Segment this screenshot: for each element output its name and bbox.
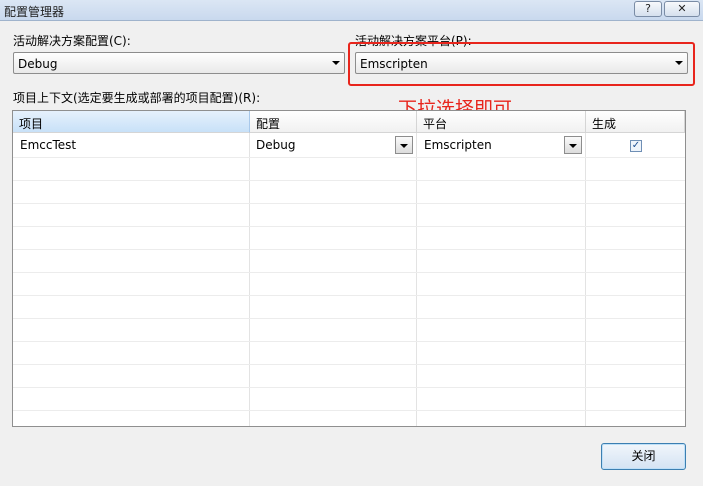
row-divider <box>13 318 685 319</box>
row-divider <box>13 387 685 388</box>
row-divider <box>13 157 685 158</box>
row-divider <box>13 272 685 273</box>
row-divider <box>13 364 685 365</box>
row-divider <box>13 295 685 296</box>
checkmark-icon: ✓ <box>631 140 641 151</box>
row-divider <box>13 226 685 227</box>
title-bar: 配置管理器 ? ✕ <box>0 0 703 21</box>
column-header-build[interactable]: 生成 <box>586 111 685 133</box>
chevron-down-icon[interactable] <box>395 136 413 154</box>
column-divider <box>416 133 417 426</box>
project-contexts-grid: 项目 配置 平台 生成 EmccTest Debug Emscripten ✓ <box>12 110 686 427</box>
chevron-down-icon[interactable] <box>564 136 582 154</box>
row-divider <box>13 410 685 411</box>
row-divider <box>13 203 685 204</box>
configuration-manager-dialog: 配置管理器 ? ✕ 活动解决方案配置(C): Debug 活动解决方案平台(P)… <box>0 0 703 486</box>
active-config-dropdown[interactable]: Debug <box>13 52 345 74</box>
row-platform-value: Emscripten <box>424 138 492 152</box>
active-config-value: Debug <box>18 57 58 71</box>
column-header-project[interactable]: 项目 <box>13 111 250 133</box>
column-divider <box>585 133 586 426</box>
column-header-config[interactable]: 配置 <box>250 111 417 133</box>
close-button[interactable]: 关闭 <box>601 443 686 470</box>
row-project-name: EmccTest <box>20 138 77 152</box>
annotation-highlight-box <box>348 42 695 86</box>
row-divider <box>13 180 685 181</box>
row-platform-dropdown[interactable]: Emscripten <box>424 136 583 156</box>
row-build-checkbox[interactable]: ✓ <box>630 140 642 152</box>
row-config-value: Debug <box>256 138 296 152</box>
project-contexts-label: 项目上下文(选定要生成或部署的项目配置)(R): <box>13 91 261 105</box>
window-close-button[interactable]: ✕ <box>664 1 700 17</box>
row-config-dropdown[interactable]: Debug <box>256 136 414 156</box>
active-config-label: 活动解决方案配置(C): <box>13 34 131 48</box>
help-button[interactable]: ? <box>634 1 662 17</box>
column-divider <box>249 133 250 426</box>
row-divider <box>13 249 685 250</box>
row-divider <box>13 341 685 342</box>
chevron-down-icon <box>332 61 340 65</box>
window-title: 配置管理器 <box>4 5 65 19</box>
column-header-platform[interactable]: 平台 <box>417 111 586 133</box>
